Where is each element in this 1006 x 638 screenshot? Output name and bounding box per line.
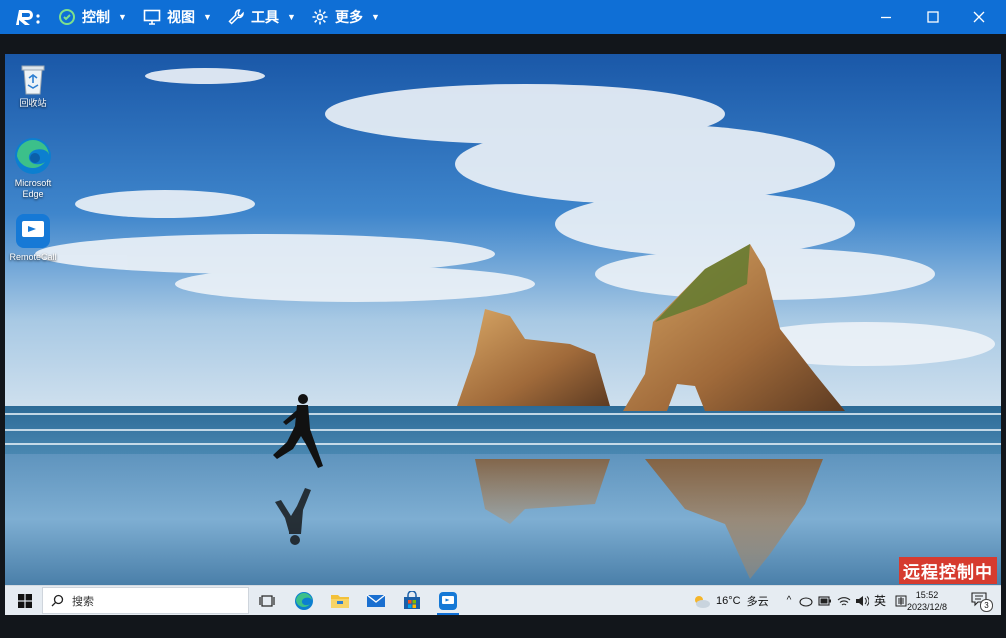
menu-tools-label: 工具 bbox=[251, 9, 279, 25]
task-view-button[interactable] bbox=[251, 586, 283, 615]
menu-more[interactable]: 更多 ▼ bbox=[311, 0, 380, 34]
remote-desktop[interactable]: 回收站 Microsoft Edge RemoteCall 远程控制中 bbox=[5, 54, 1001, 585]
taskbar-app-store[interactable] bbox=[396, 586, 428, 615]
weather-widget[interactable]: 16°C 多云 bbox=[691, 586, 769, 615]
desktop-icon-recycle-bin[interactable]: 回收站 bbox=[5, 62, 61, 109]
desktop-icon-remotecall[interactable]: RemoteCall bbox=[5, 212, 61, 263]
search-placeholder: 搜索 bbox=[72, 595, 94, 608]
clock-date: 2023/12/8 bbox=[906, 602, 948, 612]
weather-desc: 多云 bbox=[746, 595, 769, 608]
taskbar-app-mail[interactable] bbox=[360, 586, 392, 615]
desktop-icon-label: 回收站 bbox=[19, 98, 47, 108]
cloud-sync-icon[interactable] bbox=[799, 595, 813, 607]
edge-icon bbox=[15, 138, 51, 174]
edge-icon bbox=[295, 591, 313, 610]
windows-logo-icon bbox=[18, 593, 32, 608]
desktop-icon-label: Microsoft Edge bbox=[14, 178, 52, 199]
chevron-down-icon: ▼ bbox=[287, 12, 296, 22]
wrench-icon bbox=[228, 9, 244, 25]
mail-icon bbox=[366, 593, 386, 607]
taskbar-app-file-explorer[interactable] bbox=[324, 586, 356, 615]
search-icon bbox=[51, 594, 64, 607]
taskbar: 搜索 16°C 多云 ^ 英 15:52 2023/12/8 3 bbox=[5, 585, 1001, 615]
remotecall-icon bbox=[439, 591, 457, 610]
gear-icon bbox=[312, 9, 328, 25]
window-frame-right bbox=[1001, 54, 1006, 615]
desktop-icon-edge[interactable]: Microsoft Edge bbox=[5, 136, 61, 200]
menu-more-label: 更多 bbox=[335, 9, 363, 25]
menu-control-label: 控制 bbox=[82, 9, 110, 25]
chevron-down-icon: ▼ bbox=[118, 12, 127, 22]
tray-overflow-icon[interactable]: ^ bbox=[781, 595, 797, 606]
clock-time: 15:52 bbox=[915, 590, 939, 600]
wallpaper-image bbox=[5, 54, 1001, 585]
minimize-button[interactable] bbox=[864, 0, 908, 34]
recycle-bin-icon bbox=[21, 65, 45, 95]
maximize-button[interactable] bbox=[911, 0, 955, 34]
ime-indicator[interactable]: 英 bbox=[874, 592, 886, 609]
notification-center-button[interactable]: 3 bbox=[969, 589, 993, 613]
menu-tools[interactable]: 工具 ▼ bbox=[227, 0, 296, 34]
close-button[interactable] bbox=[957, 0, 1001, 34]
monitor-icon bbox=[143, 9, 161, 25]
taskbar-clock[interactable]: 15:52 2023/12/8 bbox=[895, 589, 959, 613]
remote-toolbar: 控制 ▼ 视图 ▼ 工具 ▼ 更多 ▼ bbox=[0, 0, 1006, 34]
volume-icon[interactable] bbox=[855, 595, 869, 607]
remotecall-icon bbox=[16, 214, 50, 248]
notification-badge: 3 bbox=[980, 599, 993, 612]
menu-view-label: 视图 bbox=[167, 9, 195, 25]
weather-temp: 16°C bbox=[716, 594, 741, 607]
chevron-down-icon: ▼ bbox=[371, 12, 380, 22]
remotecall-logo-icon bbox=[16, 10, 40, 25]
menu-view[interactable]: 视图 ▼ bbox=[143, 0, 212, 34]
maximize-icon bbox=[927, 11, 939, 23]
chevron-down-icon: ▼ bbox=[203, 12, 212, 22]
menu-control[interactable]: 控制 ▼ bbox=[58, 0, 127, 34]
taskbar-search-box[interactable]: 搜索 bbox=[42, 587, 249, 614]
remote-control-watermark: 远程控制中 bbox=[899, 557, 997, 584]
remote-session-window: 控制 ▼ 视图 ▼ 工具 ▼ 更多 ▼ 回收站 Microsoft Edge R… bbox=[0, 0, 1006, 638]
start-button[interactable] bbox=[9, 586, 41, 615]
minimize-icon bbox=[881, 16, 891, 19]
store-icon bbox=[404, 590, 420, 609]
toolbar-shadow-strip bbox=[0, 34, 1006, 54]
taskbar-app-remotecall[interactable] bbox=[432, 586, 464, 615]
file-explorer-icon bbox=[331, 594, 349, 608]
partly-cloudy-icon bbox=[695, 595, 710, 608]
taskbar-app-edge[interactable] bbox=[288, 586, 320, 615]
battery-icon[interactable] bbox=[818, 595, 832, 606]
system-tray: ^ 英 bbox=[781, 586, 907, 615]
desktop-icon-label: RemoteCall bbox=[9, 252, 57, 262]
window-bottom-strip bbox=[0, 615, 1006, 638]
wifi-icon[interactable] bbox=[837, 595, 851, 607]
task-view-icon bbox=[259, 594, 275, 607]
control-icon bbox=[59, 9, 75, 25]
close-icon bbox=[973, 11, 985, 23]
